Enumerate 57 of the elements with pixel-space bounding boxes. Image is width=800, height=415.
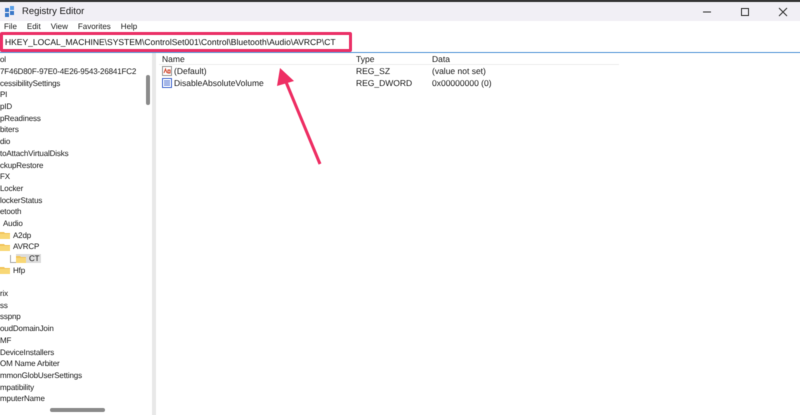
tree-item[interactable]: FX: [0, 172, 12, 182]
tree-item[interactable]: Locker: [0, 184, 26, 193]
vertical-scrollbar[interactable]: [146, 75, 150, 105]
tree-item[interactable]: A2dp: [0, 230, 34, 240]
menu-item[interactable]: Favorites: [78, 22, 111, 31]
value-name[interactable]: (Default): [159, 66, 356, 76]
tree-item[interactable]: mpatibility: [0, 382, 36, 392]
window-title: Registry Editor: [22, 6, 84, 17]
tree-item[interactable]: cessibilitySettings: [0, 78, 62, 88]
column-header[interactable]: Data: [432, 54, 612, 64]
tree-item[interactable]: etooth: [0, 207, 24, 216]
tree-item[interactable]: Audio: [3, 218, 25, 228]
tree-item[interactable]: mmonGlobUserSettings: [0, 370, 84, 380]
tree-item[interactable]: CT: [16, 254, 42, 264]
tree-item[interactable]: ol: [0, 55, 8, 64]
tree-item[interactable]: DeviceInstallers: [0, 348, 56, 357]
value-data: (value not set): [432, 66, 487, 76]
tree-item[interactable]: Hfp: [0, 266, 27, 275]
column-header[interactable]: Name: [159, 54, 356, 64]
menu-item[interactable]: Edit: [26, 22, 41, 31]
folder-icon: [0, 266, 10, 274]
address-field[interactable]: HKEY_LOCAL_MACHINE\SYSTEM\ControlSet001\Control\Bluetooth\Audio\AVRCP\CT: [0, 32, 352, 52]
value-data: 0x00000000 (0): [432, 78, 493, 88]
value-name[interactable]: DisableAbsoluteVolume: [159, 78, 356, 88]
registry-icon: [5, 6, 16, 17]
tree-item[interactable]: rix: [0, 289, 10, 298]
tree-item[interactable]: AVRCP: [0, 242, 42, 252]
tree-item[interactable]: sspnp: [0, 312, 23, 322]
value-type: REG_SZ: [356, 66, 392, 76]
menu-item[interactable]: Help: [120, 22, 138, 31]
horizontal-scrollbar[interactable]: [50, 408, 105, 412]
tree-item[interactable]: biters: [0, 125, 21, 134]
tree-item[interactable]: toAttachVirtualDisks: [0, 148, 70, 158]
tree-item[interactable]: ckupRestore: [0, 160, 46, 170]
tree-item[interactable]: MF: [0, 336, 14, 345]
binary-value-icon: [162, 78, 172, 88]
folder-icon: [0, 231, 10, 240]
menu-item[interactable]: File: [4, 22, 17, 31]
tree-item[interactable]: oudDomainJoin: [0, 324, 56, 334]
value-type: REG_DWORD: [356, 78, 414, 88]
tree-item[interactable]: lockerStatus: [0, 196, 44, 205]
menu-item[interactable]: View: [50, 22, 68, 31]
tree-item[interactable]: PI: [0, 90, 10, 100]
tree-item[interactable]: mputerName: [0, 394, 47, 404]
tree-item[interactable]: dio: [0, 137, 12, 146]
folder-icon: [0, 242, 10, 251]
tree-item[interactable]: pReadiness: [0, 114, 43, 123]
close-icon[interactable]: [778, 6, 788, 16]
tree-item[interactable]: pID: [0, 102, 14, 112]
connector-line: [10, 254, 16, 263]
maximize-icon[interactable]: [740, 6, 750, 16]
string-value-icon: [162, 66, 172, 76]
tree-item[interactable]: ss: [0, 300, 10, 310]
tree-item[interactable]: 7F46D80F-97E0-4E26-9543-26841FC2: [0, 67, 138, 76]
folder-icon: [16, 254, 26, 263]
tree-item[interactable]: OM Name Arbiter: [0, 359, 62, 368]
column-header[interactable]: Type: [356, 54, 432, 64]
